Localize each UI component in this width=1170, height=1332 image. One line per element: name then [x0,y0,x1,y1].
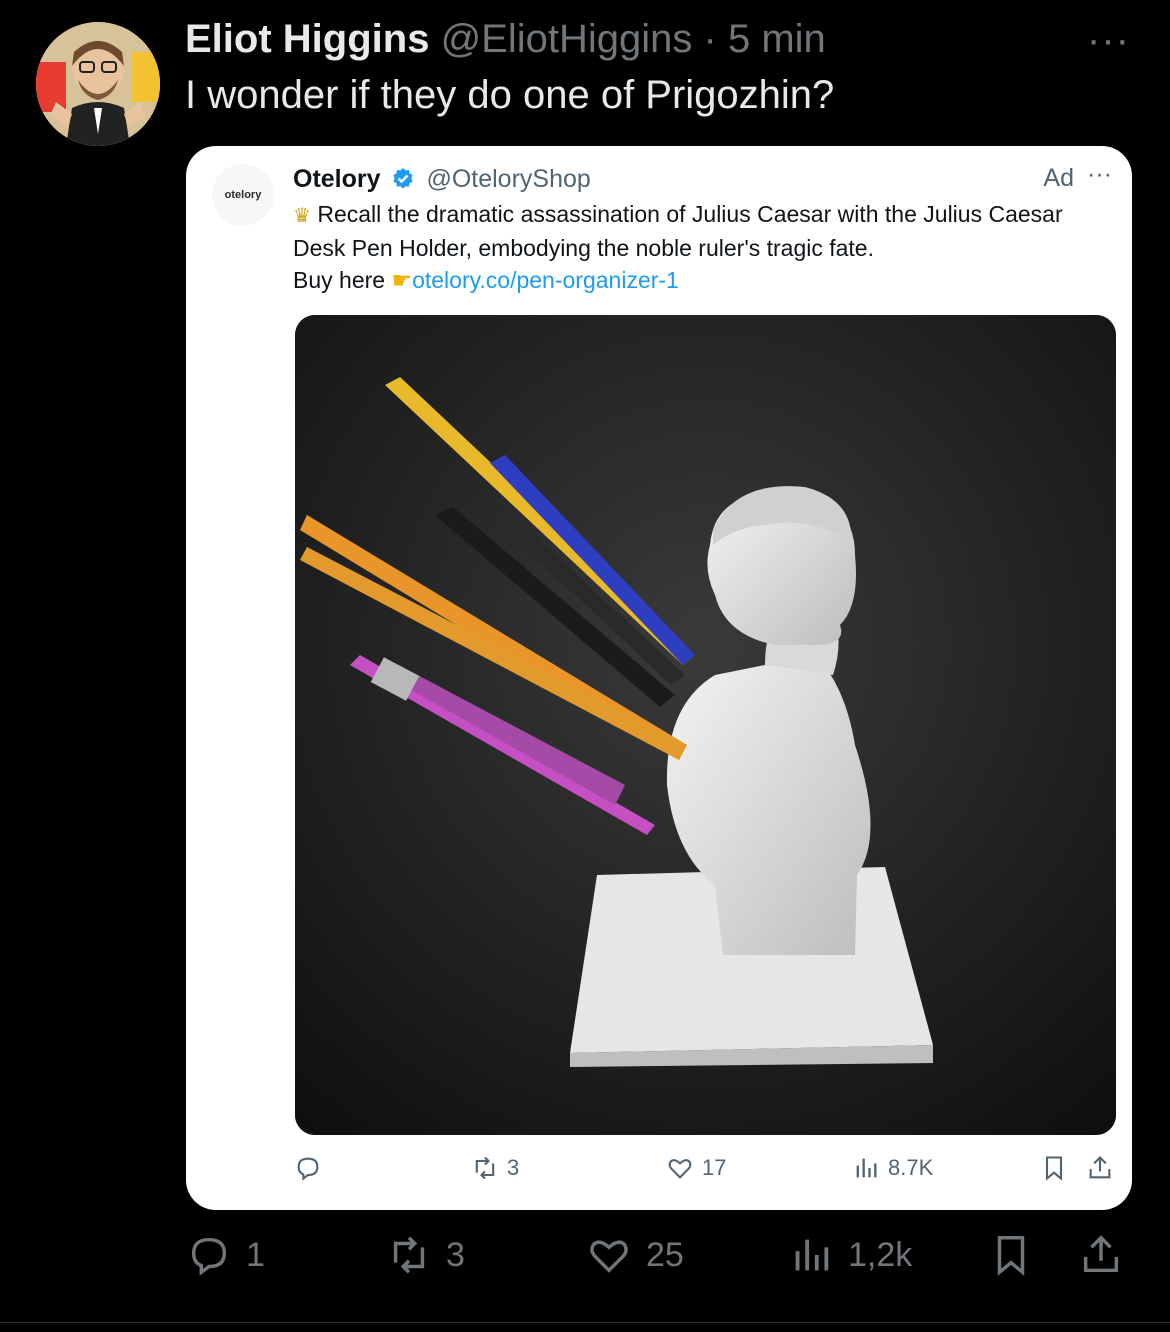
bookmark-icon [997,1236,1025,1276]
views-button[interactable]: 1,2k [788,1232,912,1278]
tweet-text: I wonder if they do one of Prigozhin? [185,73,835,117]
ad-text: ♛ Recall the dramatic assassination of J… [293,198,1073,296]
ad-like-button[interactable]: 17 [666,1154,726,1182]
reply-button[interactable]: 1 [186,1232,265,1278]
buy-here-label: Buy here [293,267,386,293]
ad-share-button[interactable] [1086,1154,1114,1182]
tweet-action-bar: 1 3 25 1,2k [0,1232,1170,1292]
heart-icon [590,1240,628,1273]
ad-author-name[interactable]: Otelory [293,165,381,193]
tweet-time[interactable]: 5 min [728,17,826,61]
ad-avatar[interactable]: otelory [212,164,274,226]
caesar-pen-holder-image [295,315,1116,1135]
verified-badge-icon [393,168,414,189]
share-icon [1089,1156,1111,1179]
more-options-button[interactable]: ··· [1087,18,1130,63]
separator: · [703,17,717,61]
like-button[interactable]: 25 [586,1232,684,1278]
share-button[interactable] [1078,1232,1124,1278]
ad-views-count: 8.7K [888,1155,934,1180]
author-name[interactable]: Eliot Higgins [185,17,429,61]
ad-like-count: 17 [702,1155,727,1180]
pointing-hand-icon: ☛ [391,267,413,293]
bookmark-icon [1045,1156,1063,1181]
like-count: 25 [646,1235,684,1274]
share-icon [1083,1235,1119,1273]
ad-views-button[interactable]: 8.7K [852,1154,933,1182]
retweet-icon [475,1156,495,1180]
reply-icon [191,1237,227,1276]
quoted-ad-card[interactable]: otelory Otelory @OteloryShop Ad ··· ♛ Re… [186,146,1132,1210]
ad-author-handle[interactable]: @OteloryShop [426,165,590,193]
ad-retweet-count: 3 [507,1155,520,1180]
ad-label: Ad [1043,164,1074,192]
bookmark-button[interactable] [988,1232,1034,1278]
author-avatar[interactable] [36,22,160,146]
reply-count: 1 [246,1235,265,1274]
author-handle[interactable]: @EliotHiggins [441,17,693,61]
retweet-icon [393,1236,425,1274]
views-icon [856,1158,877,1178]
retweet-button[interactable]: 3 [386,1232,465,1278]
ad-action-bar: 3 17 8.7K [186,1154,1132,1194]
ad-media-image[interactable] [295,315,1116,1135]
ad-text-main: Recall the dramatic assassination of Jul… [293,201,1063,261]
retweet-count: 3 [446,1235,465,1274]
ad-bookmark-button[interactable] [1040,1154,1068,1182]
reply-icon [297,1157,319,1181]
divider [0,1322,1170,1323]
ad-retweet-button[interactable]: 3 [471,1154,519,1182]
crown-emoji-icon: ♛ [293,205,311,227]
ad-reply-button[interactable] [294,1154,330,1182]
ad-more-options-button[interactable]: ··· [1087,160,1112,189]
views-icon [795,1239,829,1271]
ad-header: Otelory @OteloryShop [293,164,591,194]
views-count: 1,2k [848,1235,913,1274]
avatar-image [36,22,160,146]
tweet-header: Eliot Higgins @EliotHiggins · 5 min [185,14,1125,64]
ad-link[interactable]: otelory.co/pen-organizer-1 [412,267,679,293]
ad-logo-text: otelory [224,189,262,201]
heart-icon [668,1159,692,1179]
